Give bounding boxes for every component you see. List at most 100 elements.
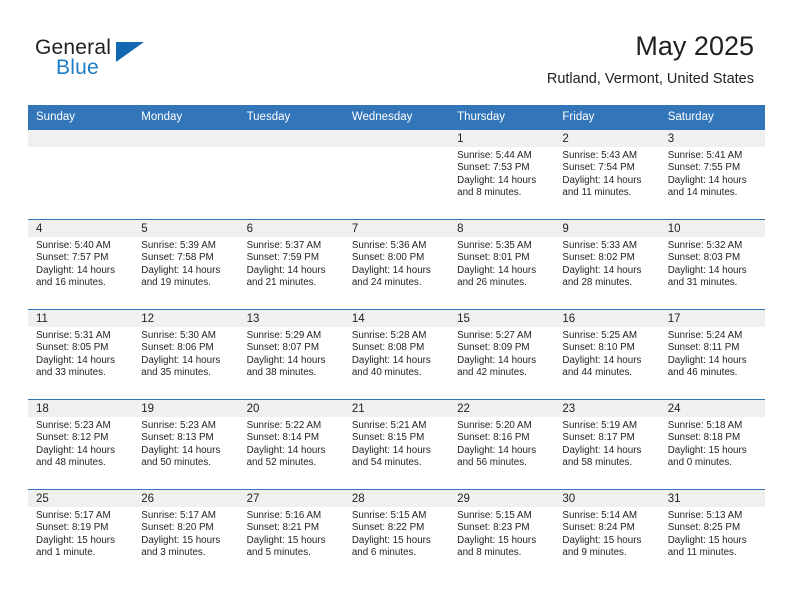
weekday-header-tuesday: Tuesday xyxy=(238,105,344,130)
calendar-header-row: Sunday Monday Tuesday Wednesday Thursday… xyxy=(28,105,765,130)
day-cell[interactable]: 14 Sunrise: 5:28 AM Sunset: 8:08 PM Dayligh… xyxy=(343,310,450,399)
day-number: 29 xyxy=(449,490,555,507)
day-number: 16 xyxy=(554,310,660,327)
day-cell[interactable]: 3 Sunrise: 5:41 AM Sunset: 7:55 PM Daylight… xyxy=(659,130,765,219)
day-cell[interactable]: 22 Sunrise: 5:20 AM Sunset: 8:16 PM Dayligh… xyxy=(449,400,555,489)
calendar-cell: 25 Sunrise: 5:17 AM Sunset: 8:19 PM Dayligh… xyxy=(28,489,134,579)
day-cell[interactable]: 31 Sunrise: 5:13 AM Sunset: 8:25 PM Dayligh… xyxy=(659,490,765,579)
daylight-duration-line1: Daylight: 15 hours xyxy=(36,534,115,546)
sunrise-time: Sunrise: 5:19 AM xyxy=(562,420,638,431)
day-cell[interactable]: 15 Sunrise: 5:27 AM Sunset: 8:09 PM Dayligh… xyxy=(449,310,555,399)
daylight-duration-line2: and 14 minutes. xyxy=(667,186,738,198)
day-cell[interactable]: 4 Sunrise: 5:40 AM Sunset: 7:57 PM Daylight… xyxy=(28,220,134,309)
day-cell-empty xyxy=(28,130,134,219)
page-header: General Blue May 2025 Rutland, Vermont, … xyxy=(0,0,792,103)
daylight-duration-line2: and 56 minutes. xyxy=(457,456,527,468)
daylight-duration-line1: Daylight: 14 hours xyxy=(562,264,642,276)
daylight-duration-line2: and 52 minutes. xyxy=(246,456,317,468)
day-cell[interactable]: 1 Sunrise: 5:44 AM Sunset: 7:53 PM Daylight… xyxy=(449,130,555,219)
daylight-duration-line1: Daylight: 14 hours xyxy=(141,264,221,276)
day-cell[interactable]: 19 Sunrise: 5:23 AM Sunset: 8:13 PM Dayligh… xyxy=(133,400,239,489)
sunset-time: Sunset: 8:24 PM xyxy=(562,522,635,534)
day-cell[interactable]: 18 Sunrise: 5:23 AM Sunset: 8:12 PM Dayligh… xyxy=(28,400,134,489)
sunrise-time: Sunrise: 5:37 AM xyxy=(246,240,322,251)
day-cell[interactable]: 24 Sunrise: 5:18 AM Sunset: 8:18 PM Dayligh… xyxy=(659,400,765,489)
day-number: 3 xyxy=(659,130,765,147)
day-cell[interactable]: 25 Sunrise: 5:17 AM Sunset: 8:19 PM Dayligh… xyxy=(28,490,134,579)
day-cell[interactable]: 12 Sunrise: 5:30 AM Sunset: 8:06 PM Dayligh… xyxy=(133,310,239,399)
day-cell[interactable]: 9 Sunrise: 5:33 AM Sunset: 8:02 PM Daylight… xyxy=(554,220,660,309)
sunrise-time: Sunrise: 5:23 AM xyxy=(36,420,111,431)
sunrise-time: Sunrise: 5:40 AM xyxy=(36,240,111,251)
day-cell[interactable]: 5 Sunrise: 5:39 AM Sunset: 7:58 PM Daylight… xyxy=(133,220,239,309)
daylight-duration-line1: Daylight: 14 hours xyxy=(141,354,221,366)
day-number: 10 xyxy=(659,220,765,237)
day-cell[interactable]: 8 Sunrise: 5:35 AM Sunset: 8:01 PM Daylight… xyxy=(449,220,555,309)
day-cell[interactable]: 17 Sunrise: 5:24 AM Sunset: 8:11 PM Dayligh… xyxy=(659,310,765,399)
day-number: 22 xyxy=(449,400,555,417)
sunset-time: Sunset: 8:25 PM xyxy=(667,522,741,534)
general-blue-logo[interactable]: General Blue xyxy=(35,36,235,82)
daylight-duration-line1: Daylight: 14 hours xyxy=(36,354,115,366)
day-cell[interactable]: 16 Sunrise: 5:25 AM Sunset: 8:10 PM Dayligh… xyxy=(554,310,660,399)
daylight-duration-line2: and 44 minutes. xyxy=(562,366,633,378)
day-number: 19 xyxy=(133,400,239,417)
daylight-duration-line1: Daylight: 14 hours xyxy=(562,354,642,366)
day-cell[interactable]: 6 Sunrise: 5:37 AM Sunset: 7:59 PM Daylight… xyxy=(238,220,344,309)
day-details: Sunrise: 5:25 AM Sunset: 8:10 PM Daylight:… xyxy=(554,327,659,379)
sunrise-time: Sunrise: 5:43 AM xyxy=(562,150,638,161)
daylight-duration-line1: Daylight: 14 hours xyxy=(457,354,537,366)
daylight-duration-line1: Daylight: 14 hours xyxy=(562,174,642,186)
day-number: 12 xyxy=(133,310,239,327)
day-details: Sunrise: 5:36 AM Sunset: 8:00 PM Daylight:… xyxy=(344,237,449,289)
day-cell[interactable]: 29 Sunrise: 5:15 AM Sunset: 8:23 PM Dayligh… xyxy=(449,490,555,579)
sunrise-time: Sunrise: 5:36 AM xyxy=(351,240,427,251)
sunrise-time: Sunrise: 5:17 AM xyxy=(36,510,111,521)
day-cell[interactable]: 7 Sunrise: 5:36 AM Sunset: 8:00 PM Daylight… xyxy=(343,220,450,309)
day-cell[interactable]: 20 Sunrise: 5:22 AM Sunset: 8:14 PM Dayligh… xyxy=(238,400,344,489)
sunrise-time: Sunrise: 5:14 AM xyxy=(562,510,638,521)
day-cell[interactable]: 26 Sunrise: 5:17 AM Sunset: 8:20 PM Dayligh… xyxy=(133,490,239,579)
calendar-cell: 4 Sunrise: 5:40 AM Sunset: 7:57 PM Daylight… xyxy=(28,219,134,310)
day-details: Sunrise: 5:17 AM Sunset: 8:19 PM Daylight:… xyxy=(28,507,133,559)
sunset-time: Sunset: 7:57 PM xyxy=(36,252,109,264)
daylight-duration-line1: Daylight: 15 hours xyxy=(457,534,537,546)
sunset-time: Sunset: 8:08 PM xyxy=(351,342,425,354)
calendar-grid: Sunday Monday Tuesday Wednesday Thursday… xyxy=(28,105,765,579)
calendar-page: General Blue May 2025 Rutland, Vermont, … xyxy=(0,0,792,612)
day-details: Sunrise: 5:14 AM Sunset: 8:24 PM Daylight:… xyxy=(554,507,659,559)
day-details: Sunrise: 5:17 AM Sunset: 8:20 PM Daylight:… xyxy=(133,507,238,559)
calendar-week-row: 1 Sunrise: 5:44 AM Sunset: 7:53 PM Daylight… xyxy=(28,129,765,220)
calendar-cell: 1 Sunrise: 5:44 AM Sunset: 7:53 PM Daylight… xyxy=(449,129,555,220)
day-details: Sunrise: 5:32 AM Sunset: 8:03 PM Daylight:… xyxy=(660,237,765,289)
day-cell[interactable]: 11 Sunrise: 5:31 AM Sunset: 8:05 PM Dayligh… xyxy=(28,310,134,399)
daylight-duration-line1: Daylight: 14 hours xyxy=(667,174,747,186)
daylight-duration-line2: and 19 minutes. xyxy=(141,276,211,288)
sunset-time: Sunset: 8:05 PM xyxy=(36,342,109,354)
sunrise-time: Sunrise: 5:32 AM xyxy=(667,240,743,251)
day-number: 23 xyxy=(554,400,660,417)
page-title: May 2025 xyxy=(635,31,754,61)
day-cell[interactable]: 23 Sunrise: 5:19 AM Sunset: 8:17 PM Dayligh… xyxy=(554,400,660,489)
day-cell[interactable]: 2 Sunrise: 5:43 AM Sunset: 7:54 PM Daylight… xyxy=(554,130,660,219)
daylight-duration-line2: and 54 minutes. xyxy=(351,456,422,468)
sunset-time: Sunset: 7:59 PM xyxy=(246,252,319,264)
day-details: Sunrise: 5:35 AM Sunset: 8:01 PM Daylight:… xyxy=(449,237,554,289)
day-cell[interactable]: 10 Sunrise: 5:32 AM Sunset: 8:03 PM Dayligh… xyxy=(659,220,765,309)
day-cell[interactable]: 13 Sunrise: 5:29 AM Sunset: 8:07 PM Dayligh… xyxy=(238,310,344,399)
day-number: 5 xyxy=(133,220,239,237)
daylight-duration-line2: and 8 minutes. xyxy=(457,186,522,198)
day-number: 20 xyxy=(238,400,344,417)
day-cell[interactable]: 21 Sunrise: 5:21 AM Sunset: 8:15 PM Dayligh… xyxy=(343,400,450,489)
calendar-cell xyxy=(133,129,239,220)
day-cell[interactable]: 27 Sunrise: 5:16 AM Sunset: 8:21 PM Dayligh… xyxy=(238,490,344,579)
calendar-cell: 27 Sunrise: 5:16 AM Sunset: 8:21 PM Dayligh… xyxy=(238,489,344,579)
day-cell[interactable]: 30 Sunrise: 5:14 AM Sunset: 8:24 PM Dayligh… xyxy=(554,490,660,579)
day-number: 28 xyxy=(343,490,450,507)
sunrise-time: Sunrise: 5:20 AM xyxy=(457,420,532,431)
calendar-cell: 22 Sunrise: 5:20 AM Sunset: 8:16 PM Dayligh… xyxy=(449,399,555,490)
day-number: 25 xyxy=(28,490,134,507)
day-cell[interactable]: 28 Sunrise: 5:15 AM Sunset: 8:22 PM Dayligh… xyxy=(343,490,450,579)
day-details: Sunrise: 5:37 AM Sunset: 7:59 PM Daylight:… xyxy=(239,237,344,289)
daylight-duration-line1: Daylight: 14 hours xyxy=(457,444,537,456)
